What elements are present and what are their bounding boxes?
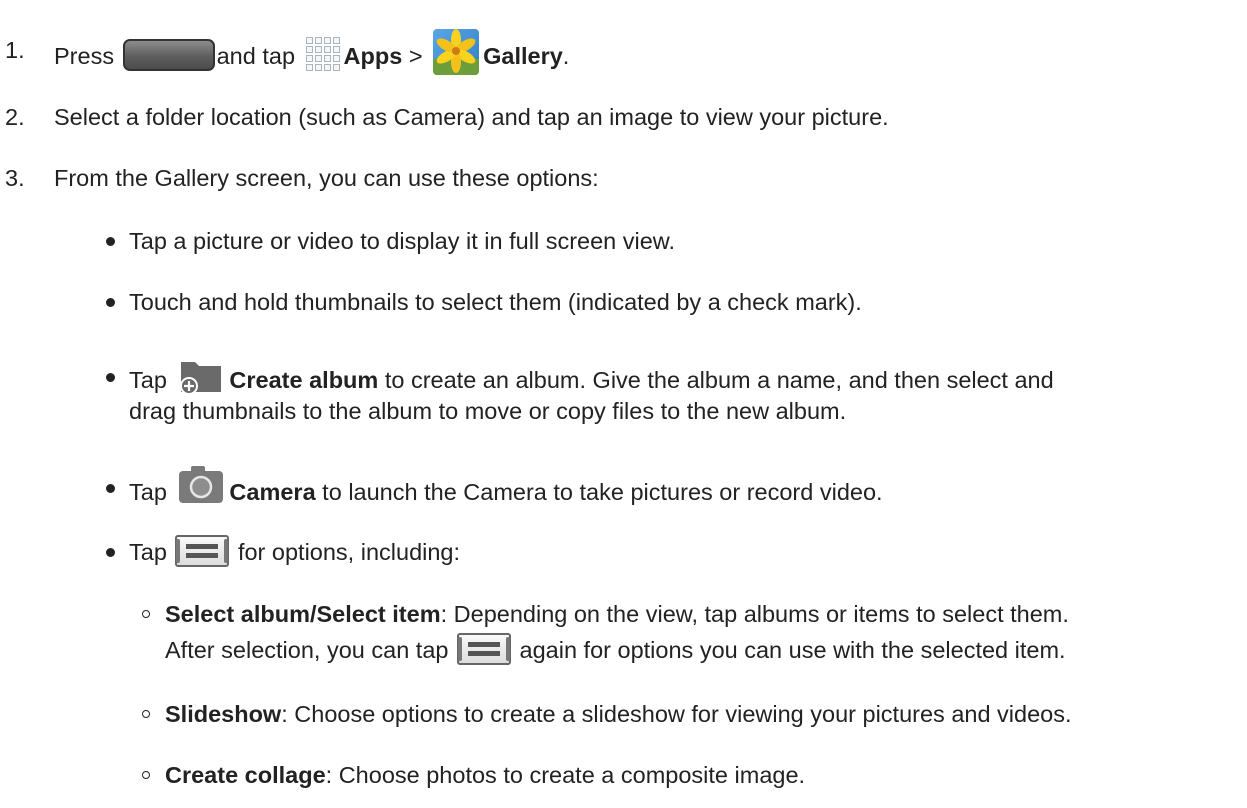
step-3-number: 3. — [5, 165, 25, 191]
bullet-5-text: Tap for options, including: — [129, 534, 461, 570]
bullet-marker — [106, 298, 115, 307]
sub-option-2-rest: : Choose options to create a slideshow f… — [281, 701, 1072, 727]
apps-label: Apps — [343, 43, 403, 70]
tap-label: Tap — [129, 479, 167, 506]
after-selection-text: After selection, you can tap — [165, 637, 449, 663]
step-3-text: From the Gallery screen, you can use the… — [54, 165, 599, 191]
gallery-flower-icon — [433, 29, 480, 75]
tap-label: Tap — [129, 367, 167, 394]
bullet-1-text: Tap a picture or video to display it in … — [129, 228, 675, 254]
separator: > — [408, 43, 423, 70]
camera-icon — [177, 463, 225, 505]
period: . — [562, 43, 570, 70]
apps-grid-icon — [305, 37, 340, 71]
step-1-text: Press and tap Apps > Gallery. — [54, 29, 570, 81]
menu-key-icon — [457, 632, 511, 665]
bullet-5-rest: for options, including: — [231, 539, 461, 565]
sub-bullet-marker — [142, 710, 150, 718]
sub-option-2: Slideshow: Choose options to create a sl… — [165, 699, 1072, 729]
step-2-number: 2. — [5, 104, 25, 130]
bullet-4-rest: to launch the Camera to take pictures or… — [315, 479, 883, 506]
bullet-2-text: Touch and hold thumbnails to select them… — [129, 289, 862, 315]
bullet-marker — [106, 548, 115, 557]
bullet-4-text: Tap Camera to launch the Camera to take … — [129, 466, 883, 515]
select-album-label: Select album/Select item — [165, 601, 441, 627]
step-2-text: Select a folder location (such as Camera… — [54, 104, 889, 130]
camera-label: Camera — [229, 479, 316, 506]
bullet-marker — [106, 484, 115, 493]
bullet-3-line-2: drag thumbnails to the album to move or … — [129, 398, 847, 424]
create-collage-label: Create collage — [165, 762, 326, 788]
sub-option-3-rest: : Choose photos to create a composite im… — [325, 762, 806, 788]
sub-option-3: Create collage: Choose photos to create … — [165, 760, 805, 790]
and-tap-label: and tap — [216, 43, 296, 70]
press-label: Press — [54, 43, 115, 70]
gallery-label: Gallery — [483, 43, 563, 70]
home-key-icon — [122, 39, 215, 71]
bullet-3-rest: to create an album. Give the album a nam… — [378, 367, 1054, 394]
step-1-number: 1. — [5, 37, 25, 63]
sub-bullet-marker — [142, 771, 150, 779]
menu-key-icon — [175, 534, 230, 567]
sub-option-1-rest: : Depending on the view, tap albums or i… — [440, 601, 1069, 627]
sub-bullet-marker — [142, 610, 150, 618]
sub-option-1-line-1: Select album/Select item: Depending on t… — [165, 599, 1069, 629]
sub-option-1-line-2: After selection, you can tap again for o… — [165, 632, 1066, 668]
folder-plus-icon — [177, 356, 225, 396]
slideshow-label: Slideshow — [165, 701, 282, 727]
create-album-label: Create album — [229, 367, 379, 394]
tap-label: Tap — [129, 539, 167, 565]
bullet-marker — [106, 373, 115, 382]
bullet-marker — [106, 237, 115, 246]
again-text: again for options you can use with the s… — [513, 637, 1066, 663]
